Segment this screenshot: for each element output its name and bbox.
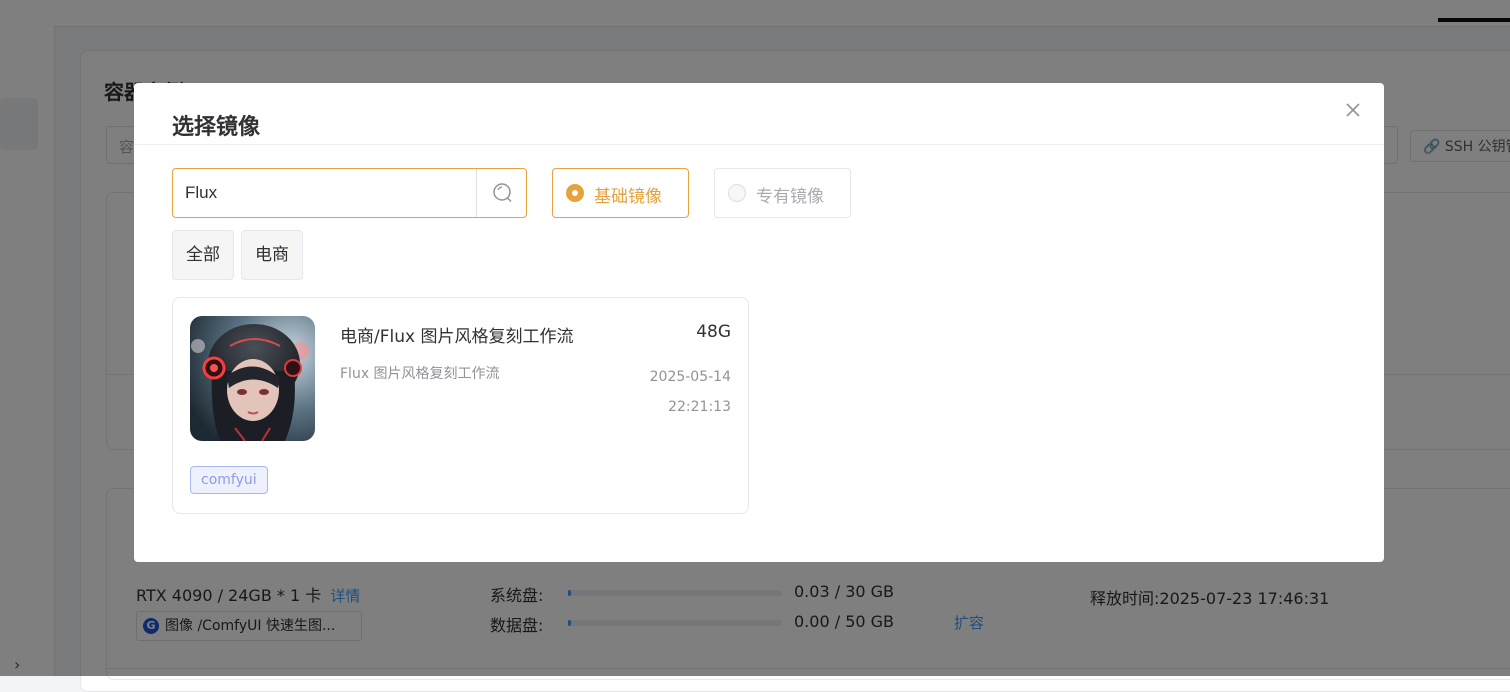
image-tag: comfyui: [190, 466, 268, 494]
image-description: Flux 图片风格复刻工作流: [340, 366, 500, 382]
search-button[interactable]: [476, 169, 526, 217]
search-field[interactable]: [172, 168, 527, 218]
category-ecommerce[interactable]: 电商: [241, 230, 303, 280]
radio-base-image[interactable]: 基础镜像: [552, 168, 689, 218]
category-all[interactable]: 全部: [172, 230, 234, 280]
image-title: 电商/Flux 图片风格复刻工作流: [340, 327, 574, 347]
radio-unchecked-icon: [728, 184, 746, 202]
search-icon: [493, 183, 512, 203]
divider: [134, 144, 1384, 145]
image-time: 22:21:13: [668, 399, 731, 415]
image-result-card[interactable]: 电商/Flux 图片风格复刻工作流 48G Flux 图片风格复刻工作流 202…: [172, 297, 749, 514]
image-thumbnail: [190, 316, 315, 441]
search-input[interactable]: [185, 179, 465, 207]
select-image-dialog: 选择镜像 基础镜像 专有镜像 全部 电商: [134, 83, 1384, 562]
radio-private-image[interactable]: 专有镜像: [714, 168, 851, 218]
close-icon[interactable]: [1344, 101, 1362, 119]
radio-checked-icon: [566, 184, 584, 202]
image-size: 48G: [696, 322, 731, 342]
dialog-title: 选择镜像: [172, 115, 261, 140]
image-date: 2025-05-14: [649, 369, 731, 385]
